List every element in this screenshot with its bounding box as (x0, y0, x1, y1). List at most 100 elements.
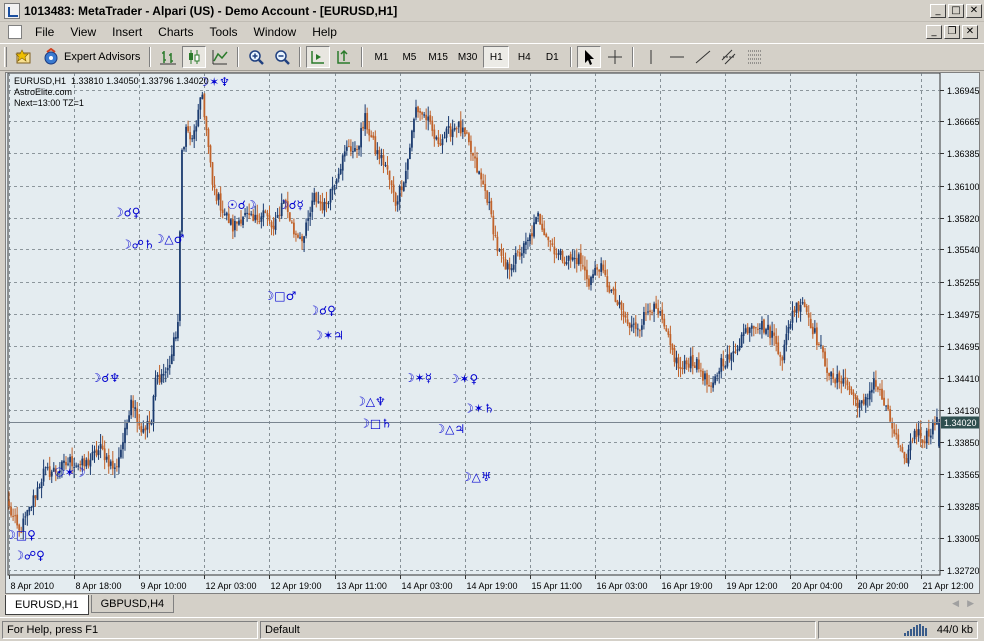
chart-window[interactable]: 1.36945 1.36665 1.36385 1.36100 1.35820 1.355… (5, 72, 980, 594)
astro-aspect-label: ☽☌♆ (91, 371, 121, 385)
expert-advisors-button[interactable]: Expert Advisors (38, 46, 144, 68)
candle-body (384, 164, 387, 166)
tab-gbpusd-h4[interactable]: GBPUSD,H4 (90, 595, 175, 613)
timeframe-m5[interactable]: M5 (396, 46, 422, 68)
candle-body (144, 427, 147, 431)
fibonacci-retracement-icon[interactable] (743, 46, 767, 68)
candlestick-chart-icon[interactable] (182, 46, 207, 68)
menu-bar: File View Insert Charts Tools Window Hel… (0, 22, 984, 42)
vertical-line-icon[interactable] (639, 46, 663, 68)
candle-body (305, 222, 308, 236)
candle-body (590, 276, 592, 286)
candle-body (474, 156, 476, 159)
main-toolbar: Expert Advisors M1 M5 M15 M30 H1 H4 D1 (0, 43, 984, 71)
close-button[interactable]: ✕ (966, 3, 982, 18)
tab-scroll-left-icon[interactable]: ◀ (952, 598, 959, 609)
price-chart[interactable]: 1.36945 1.36665 1.36385 1.36100 1.35820 1.355… (6, 73, 979, 593)
timeframe-h4[interactable]: H4 (511, 46, 537, 68)
candle-body (600, 263, 603, 272)
candle-body (811, 326, 814, 335)
x-tick-label: 16 Apr 19:00 (662, 581, 713, 591)
new-chart-icon[interactable] (12, 46, 36, 68)
candle-body (868, 390, 871, 400)
toolbar-separator (237, 47, 240, 67)
line-chart-icon[interactable] (208, 46, 232, 68)
candle-body (520, 253, 523, 256)
candle-body (392, 184, 395, 193)
candle-body (518, 252, 521, 257)
y-tick-label: 1.36945 (947, 86, 979, 96)
bar-chart-icon[interactable] (156, 46, 180, 68)
candle-body (877, 387, 879, 390)
candle-body (673, 348, 676, 362)
equidistant-channel-icon[interactable] (717, 46, 741, 68)
candle-body (872, 378, 875, 390)
candle-body (887, 404, 890, 410)
candle-body (431, 120, 434, 131)
candle-body (929, 435, 932, 438)
minimize-button[interactable]: _ (930, 3, 946, 18)
menu-view[interactable]: View (62, 25, 104, 39)
candle-body (472, 152, 474, 156)
child-close-button[interactable]: ✕ (962, 25, 978, 39)
candle-body (413, 119, 415, 133)
child-minimize-button[interactable]: _ (926, 25, 942, 39)
candle-body (288, 212, 291, 221)
candle-body (266, 212, 269, 217)
chart-window-icon[interactable] (8, 25, 22, 39)
candle-body (468, 133, 470, 143)
candle-body (181, 150, 183, 232)
candle-body (708, 385, 710, 387)
candle-body (233, 220, 236, 231)
menu-insert[interactable]: Insert (104, 25, 150, 39)
timeframe-h1[interactable]: H1 (483, 46, 510, 68)
chart-shift-icon[interactable] (332, 46, 356, 68)
horizontal-line-icon[interactable] (665, 46, 689, 68)
trendline-icon[interactable] (691, 46, 715, 68)
candle-body (738, 345, 741, 350)
candle-body (99, 443, 102, 449)
candle-body (596, 267, 599, 270)
timeframe-m1[interactable]: M1 (368, 46, 394, 68)
tab-eurusd-h1[interactable]: EURUSD,H1 (5, 595, 89, 615)
y-tick-label: 1.36385 (947, 149, 979, 159)
candle-body (645, 312, 647, 314)
zoom-in-icon[interactable] (244, 46, 268, 68)
menu-window[interactable]: Window (246, 25, 305, 39)
candle-body (496, 236, 499, 252)
astro-aspect-label: ☽△♂ (154, 232, 185, 246)
auto-scroll-icon[interactable] (306, 46, 331, 68)
chart-tabs: EURUSD,H1 GBPUSD,H4 ◀ ▶ (5, 595, 980, 615)
candle-body (172, 337, 175, 357)
menu-tools[interactable]: Tools (202, 25, 246, 39)
cursor-icon[interactable] (577, 46, 602, 68)
candle-body (398, 186, 401, 202)
candle-body (270, 221, 273, 228)
candle-body (252, 213, 255, 221)
toolbar-grip[interactable] (4, 47, 7, 67)
menu-charts[interactable]: Charts (150, 25, 201, 39)
candle-body (193, 130, 196, 139)
candle-body (132, 400, 135, 408)
maximize-button[interactable]: □ (948, 3, 964, 18)
candle-body (687, 363, 690, 368)
candle-body (638, 330, 641, 332)
candle-body (608, 285, 611, 293)
timeframe-m15[interactable]: M15 (424, 46, 451, 68)
candle-body (484, 184, 487, 191)
crosshair-icon[interactable] (603, 46, 627, 68)
menu-help[interactable]: Help (304, 25, 345, 39)
tab-scroll-arrows[interactable]: ◀ ▶ (946, 595, 980, 612)
child-restore-button[interactable]: ❐ (944, 25, 960, 39)
zoom-out-icon[interactable] (270, 46, 294, 68)
timeframe-m30[interactable]: M30 (454, 46, 481, 68)
candle-body (765, 329, 767, 334)
timeframe-d1[interactable]: D1 (539, 46, 565, 68)
candle-body (563, 261, 566, 265)
menu-file[interactable]: File (27, 25, 62, 39)
candle-body (168, 364, 171, 368)
candle-body (14, 515, 17, 517)
tab-scroll-right-icon[interactable]: ▶ (967, 598, 974, 609)
candle-body (679, 367, 682, 369)
candle-body (303, 236, 305, 243)
